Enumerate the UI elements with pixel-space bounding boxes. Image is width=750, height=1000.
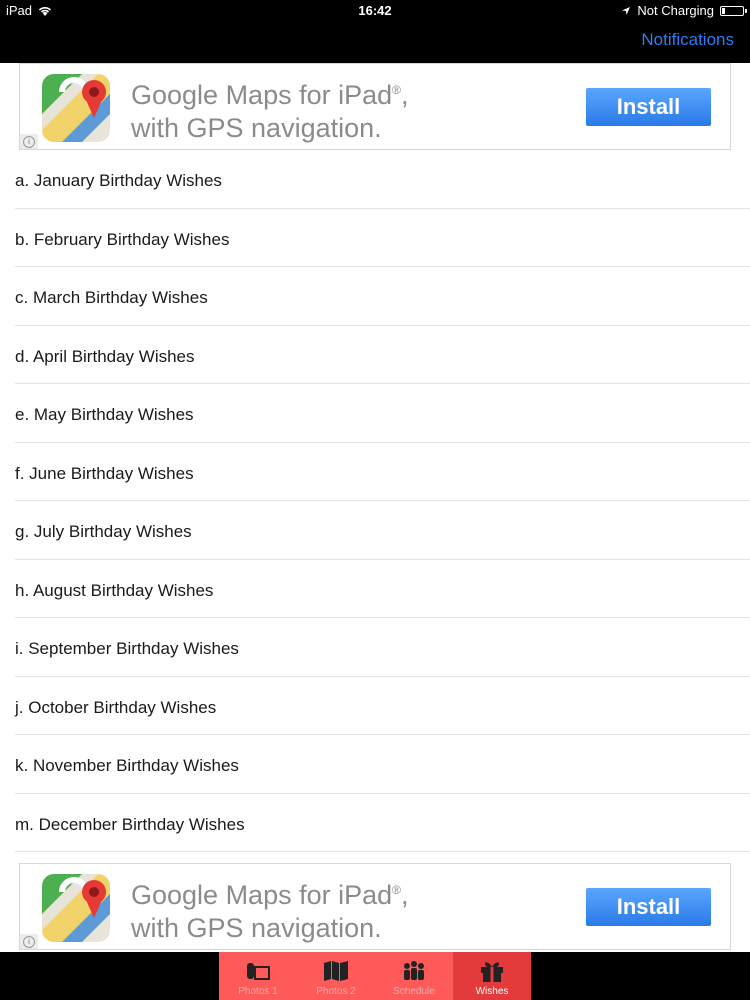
list-item[interactable]: a. January Birthday Wishes bbox=[0, 150, 750, 209]
list-item-label: j. October Birthday Wishes bbox=[15, 697, 217, 717]
list-item-label: e. May Birthday Wishes bbox=[15, 405, 194, 424]
status-bar: iPad 16:42 Not Charging bbox=[0, 0, 750, 20]
tabs: Photos 1 Photos 2 Schedule Wishes bbox=[219, 952, 531, 1000]
ad-text: Google Maps for iPad®, with GPS navigati… bbox=[131, 880, 409, 943]
tab-wishes[interactable]: Wishes bbox=[453, 952, 531, 1000]
list-item-label: c. March Birthday Wishes bbox=[15, 288, 208, 307]
birthday-wishes-list: a. January Birthday Wishes b. February B… bbox=[0, 150, 750, 852]
tab-label: Schedule bbox=[393, 986, 435, 997]
list-item[interactable]: e. May Birthday Wishes bbox=[0, 384, 750, 443]
list-item-label: b. February Birthday Wishes bbox=[15, 229, 230, 249]
list-item[interactable]: g. July Birthday Wishes bbox=[0, 501, 750, 560]
tab-label: Photos 2 bbox=[316, 986, 356, 997]
list-item[interactable]: f. June Birthday Wishes bbox=[0, 443, 750, 501]
list-item-label: k. November Birthday Wishes bbox=[15, 756, 239, 775]
list-item[interactable]: c. March Birthday Wishes bbox=[0, 267, 750, 326]
notifications-button[interactable]: Notifications bbox=[641, 30, 734, 50]
install-button[interactable]: Install bbox=[586, 88, 711, 126]
list-item-label: d. April Birthday Wishes bbox=[15, 346, 195, 366]
list-item-label: m. December Birthday Wishes bbox=[15, 814, 245, 834]
list-item[interactable]: h. August Birthday Wishes bbox=[0, 560, 750, 618]
photos-icon bbox=[244, 958, 272, 984]
navigation-bar: Notifications bbox=[0, 20, 750, 63]
map-icon bbox=[322, 958, 350, 984]
ad-line1: Google Maps for iPad bbox=[131, 880, 393, 910]
tab-photos-1[interactable]: Photos 1 bbox=[219, 952, 297, 1000]
list-item[interactable]: k. November Birthday Wishes bbox=[0, 735, 750, 794]
ad-banner-top[interactable]: Google Maps for iPad®, with GPS navigati… bbox=[19, 63, 731, 150]
ad-line1: Google Maps for iPad bbox=[131, 80, 393, 110]
tab-label: Photos 1 bbox=[238, 986, 278, 997]
tab-label: Wishes bbox=[475, 986, 509, 997]
gift-icon bbox=[478, 958, 506, 984]
list-item-label: g. July Birthday Wishes bbox=[15, 522, 192, 541]
ad-line2: with GPS navigation. bbox=[131, 113, 382, 143]
list-item-label: a. January Birthday Wishes bbox=[15, 171, 222, 190]
list-item[interactable]: d. April Birthday Wishes bbox=[0, 326, 750, 384]
battery-icon bbox=[720, 5, 747, 16]
list-item[interactable]: b. February Birthday Wishes bbox=[0, 209, 750, 267]
tab-bar: Photos 1 Photos 2 Schedule Wishes bbox=[0, 952, 750, 1000]
maps-icon bbox=[42, 874, 110, 942]
ad-info-icon[interactable]: i bbox=[20, 134, 38, 149]
tab-photos-2[interactable]: Photos 2 bbox=[297, 952, 375, 1000]
ad-banner-bottom[interactable]: Google Maps for iPad®, with GPS navigati… bbox=[19, 863, 731, 950]
charging-status: Not Charging bbox=[637, 3, 714, 18]
list-item-label: i. September Birthday Wishes bbox=[15, 639, 239, 658]
ad-info-icon[interactable]: i bbox=[20, 934, 38, 949]
list-item[interactable]: j. October Birthday Wishes bbox=[0, 677, 750, 735]
install-button[interactable]: Install bbox=[586, 888, 711, 926]
list-item-label: h. August Birthday Wishes bbox=[15, 580, 214, 600]
ad-line2: with GPS navigation. bbox=[131, 913, 382, 943]
list-item-label: f. June Birthday Wishes bbox=[15, 463, 194, 483]
list-item[interactable]: i. September Birthday Wishes bbox=[0, 618, 750, 677]
status-right: Not Charging bbox=[621, 3, 747, 18]
list-item[interactable]: m. December Birthday Wishes bbox=[0, 794, 750, 852]
location-arrow-icon bbox=[622, 6, 631, 15]
people-icon bbox=[400, 958, 428, 984]
maps-icon bbox=[42, 74, 110, 142]
tab-schedule[interactable]: Schedule bbox=[375, 952, 453, 1000]
ad-text: Google Maps for iPad®, with GPS navigati… bbox=[131, 80, 409, 143]
